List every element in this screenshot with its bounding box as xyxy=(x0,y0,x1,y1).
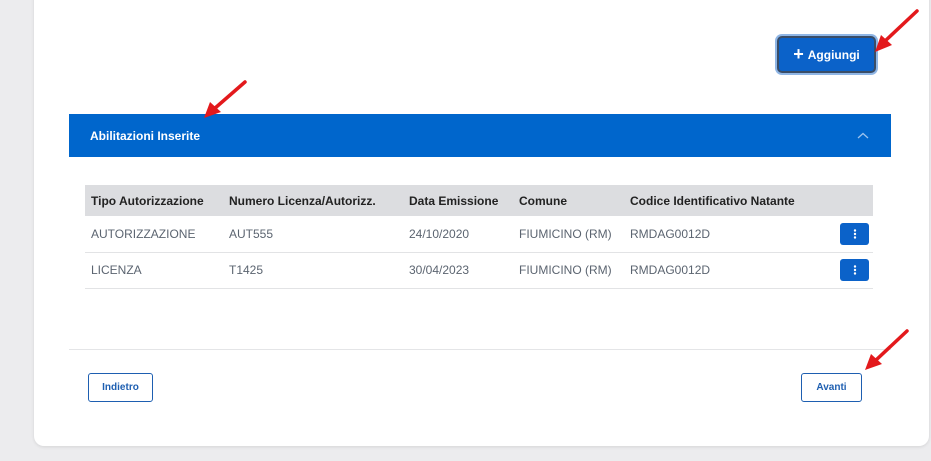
chevron-up-icon[interactable] xyxy=(857,131,869,141)
row-menu-button[interactable] xyxy=(840,222,869,245)
cell-numero: T1425 xyxy=(229,263,264,277)
cell-codice: RMDAG0012D xyxy=(630,263,711,277)
cell-tipo: AUTORIZZAZIONE xyxy=(91,226,196,241)
more-vertical-icon xyxy=(853,229,856,239)
authorizations-table: Tipo Autorizzazione Numero Licenza/Autor… xyxy=(85,185,873,289)
header-data-emissione: Data Emissione xyxy=(409,193,499,208)
header-numero-licenza: Numero Licenza/Autorizz. xyxy=(229,193,376,208)
section-header[interactable]: Abilitazioni Inserite xyxy=(69,114,891,157)
cell-comune: FIUMICINO (RM) xyxy=(519,226,612,241)
cell-data: 24/10/2020 xyxy=(409,226,470,241)
section-title: Abilitazioni Inserite xyxy=(90,128,201,143)
plus-icon: + xyxy=(793,43,804,64)
cell-data: 30/04/2023 xyxy=(409,263,470,277)
table-row: AUTORIZZAZIONE AUT555 24/10/2020 FIUMICI… xyxy=(85,216,873,252)
next-button[interactable]: Avanti xyxy=(801,373,862,402)
cell-comune: FIUMICINO (RM) xyxy=(519,263,612,277)
more-vertical-icon xyxy=(853,265,856,275)
table-header-row: Tipo Autorizzazione Numero Licenza/Autor… xyxy=(85,185,873,216)
header-comune: Comune xyxy=(519,193,567,208)
page: + Aggiungi Abilitazioni Inserite Tipo Au… xyxy=(0,0,931,461)
header-actions xyxy=(824,185,873,216)
row-menu-button[interactable] xyxy=(840,259,869,281)
header-codice-natante: Codice Identificativo Natante xyxy=(630,193,795,208)
cell-actions xyxy=(824,252,873,288)
footer-divider xyxy=(69,349,891,350)
cell-codice: RMDAG0012D xyxy=(630,226,711,241)
header-tipo-autorizzazione: Tipo Autorizzazione xyxy=(91,193,204,208)
add-button[interactable]: + Aggiungi xyxy=(777,36,876,73)
table-row: LICENZA T1425 30/04/2023 FIUMICINO (RM) … xyxy=(85,252,873,288)
cell-tipo: LICENZA xyxy=(91,263,142,277)
cell-numero: AUT555 xyxy=(229,226,274,241)
back-button[interactable]: Indietro xyxy=(88,373,153,402)
add-button-label: Aggiungi xyxy=(807,47,860,62)
cell-actions xyxy=(824,216,873,252)
